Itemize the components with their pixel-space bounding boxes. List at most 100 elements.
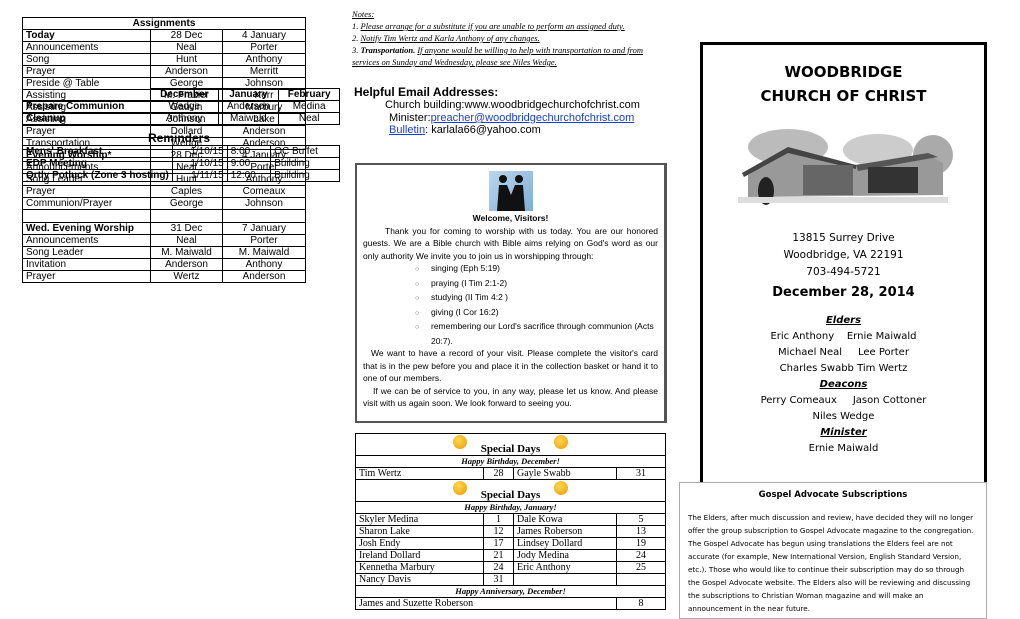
assignment-row: Song Hunt Anthony [22,53,306,66]
birthday-day [616,573,666,586]
assignment-row: Announcements Neal Porter [22,234,306,247]
email-title: Helpful Email Addresses: [354,85,499,99]
special-days-header: Special Days [355,433,666,456]
assignment-row: Prayer Anderson Merritt [22,65,306,78]
special-days-title: Special Days [480,443,541,455]
birthday-day: 19 [616,537,666,550]
reminder-time: 8:00 [226,145,272,158]
birthday-name: Skyler Medina [355,513,484,526]
assignment-week2: Porter [222,234,306,247]
assignment-week1: Neal [150,41,223,54]
assignment-week1: Caples [150,185,223,198]
assignment-role: Song [22,53,151,66]
assignment-week1 [150,209,223,223]
gospel-advocate-box: Gospel Advocate Subscriptions The Elders… [679,482,987,619]
church-website-link[interactable]: www.woodbridgechurchofchrist.com [465,99,640,111]
gospel-title: Gospel Advocate Subscriptions [758,490,908,500]
assignments-title: Assignments [22,17,306,30]
gospel-body: The Elders, after much discussion and re… [688,513,974,613]
church-address: 13815 Surrey Drive Woodbridge, VA 22191 … [703,230,984,281]
reminder-date: 1/11/15 [172,169,228,182]
december-anniversaries: Happy Anniversary, December! [355,585,666,598]
assignment-role: Song Leader [22,246,151,259]
assignment-role: Prayer [22,185,151,198]
assignment-role: Communion/Prayer [22,197,151,210]
birthday-day: 21 [483,549,514,562]
church-staff: Elders Eric Anthony Ernie Maiwald Michae… [703,313,984,457]
assignment-role: Announcements [22,41,151,54]
birthday-row: Kennetha Marbury 24 Eric Anthony 25 [355,561,666,574]
january-birthdays-label: Happy Birthday, January! [355,501,666,514]
assignment-role: Prayer [22,65,151,78]
special-days-header: Special Days [355,479,666,502]
church-phone: 703-494-5721 [806,266,881,278]
assignment-role: Wed. Evening Worship [22,222,151,235]
worship-list: singing (Eph 5:19) praying (I Tim 2:1-2)… [363,262,658,347]
birthday-name: Eric Anthony [513,561,617,574]
special-days-title: Special Days [480,489,541,501]
assignment-week2: Porter [222,41,306,54]
reminder-place: OC Buffet [270,145,340,158]
assignment-week2: Anthony [222,53,306,66]
birthday-row: Ireland Dollard 21 Jody Medina 24 [355,549,666,562]
reminders-table: Mens' Breakfast 1/10/15 8:00 OC Buffet EDP M… [22,145,340,182]
cleanup-table: December January February Prepare Commun… [22,88,340,125]
cleanup-header-february: February [278,88,340,101]
email-bulletin: Bulletin: karlala66@yahoo.com [389,124,541,136]
assignment-role: Prayer [22,125,151,138]
december-birthdays: Happy Birthday, December! [355,455,666,468]
assignment-week1: Wertz [150,270,223,283]
notes-title: Notes: [352,9,375,19]
december-anniversaries-label: Happy Anniversary, December! [355,585,666,598]
birthday-name [513,573,617,586]
birthday-day: 24 [616,549,666,562]
assignment-row: Communion/Prayer George Johnson [22,197,306,210]
email-church: Church building:www.woodbridgechurchofch… [385,99,640,111]
reminder-row: EDP Meeting 1/10/15 9:00 Building [22,157,340,170]
note-item: 2. Notify Tim Wertz and Karla Anthony of… [352,33,540,43]
birthday-day: 17 [483,537,514,550]
special-days-table: Special Days Happy Birthday, December! Tim… [355,433,666,610]
birthday-row: Tim Wertz 28 Gayle Swabb 31 [355,467,666,480]
bulletin-link[interactable]: Bulletin [389,124,425,136]
assignment-row: Prayer Caples Comeaux [22,185,306,198]
reminder-date: 1/10/15 [172,145,228,158]
minister-label: Minister [820,427,867,438]
reminder-place: Building [270,169,340,182]
reminder-place: Building [270,157,340,170]
birthday-name: Jody Medina [513,549,617,562]
assignment-week1: Neal [150,234,223,247]
birthday-day: 13 [616,525,666,538]
birthday-name: Nancy Davis [355,573,484,586]
assignment-row: Announcements Neal Porter [22,41,306,54]
assignment-row: Invitation Anderson Anthony [22,258,306,271]
birthday-name: Dale Kowa [513,513,617,526]
birthday-name: Tim Wertz [355,467,484,480]
assignment-week2: Merritt [222,65,306,78]
smiley-icon [554,481,569,495]
welcome-box: Welcome, Visitors! Thank you for coming … [355,163,667,423]
assignment-week1: 28 Dec [150,29,223,42]
birthday-row: Josh Endy 17 Lindsey Dollard 19 [355,537,666,550]
cleanup-row: Cleanup Anthony Maiwald Neal [22,112,340,125]
cleanup-header-january: January [217,88,280,101]
reminder-time: 9:00 [226,157,272,170]
january-birthdays: Happy Birthday, January! [355,501,666,514]
cleanup-header-blank [23,89,151,101]
welcome-intro: Thank you for coming to worship with us … [363,225,658,261]
worship-item: praying (I Tim 2:1-2) [431,277,658,292]
assignment-week2: 7 January [222,222,306,235]
birthday-row: Sharon Lake 12 James Roberson 13 [355,525,666,538]
smiley-icon [554,435,569,449]
note-item: 3. Transportation. If anyone would be wi… [352,45,643,67]
birthday-day: 5 [616,513,666,526]
assignment-row: Song Leader M. Maiwald M. Maiwald [22,246,306,259]
birthday-name: Lindsey Dollard [513,537,617,550]
bulletin-date: December 28, 2014 [772,285,915,300]
assignment-week1: 31 Dec [150,222,223,235]
email-minister: Minister:preacher@woodbridgechurchofchri… [389,112,635,124]
note-item: 1. Please arrange for a substitute if yo… [352,21,625,31]
assignment-row [22,209,306,223]
minister-email-link[interactable]: preacher@woodbridgechurchofchrist.com [431,112,635,124]
reminder-row: Qrtly Potluck (Zone 3 hosting) 1/11/15 12:… [22,169,340,182]
